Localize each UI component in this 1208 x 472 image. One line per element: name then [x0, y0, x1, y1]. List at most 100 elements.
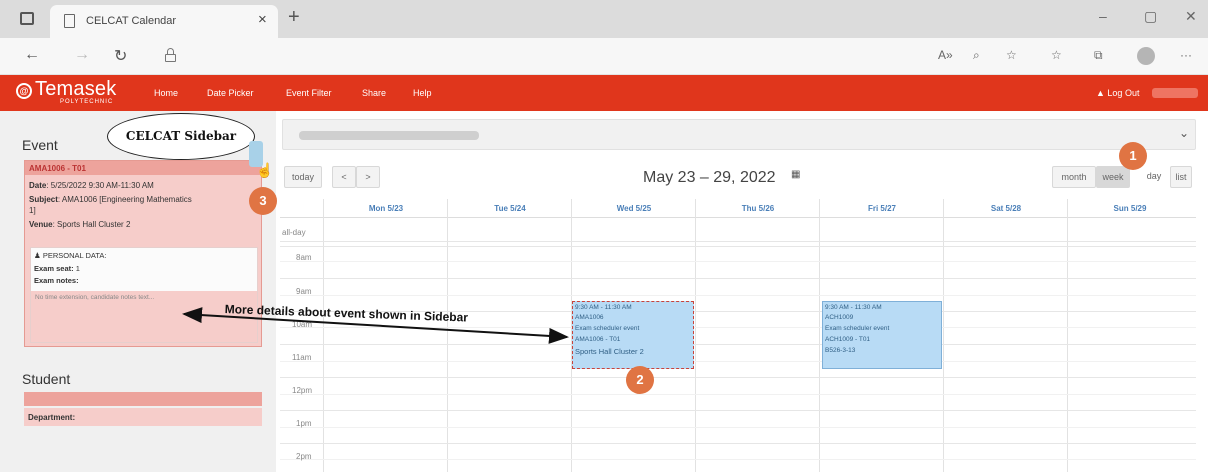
- grid-hline: [280, 394, 1196, 395]
- zoom-icon[interactable]: ⌕: [973, 48, 980, 63]
- nav-help[interactable]: Help: [413, 88, 432, 98]
- time-label-9am: 9am: [296, 287, 312, 296]
- grid-hline: [280, 410, 1196, 411]
- view-list-button[interactable]: list: [1170, 166, 1192, 188]
- event-group: AMA1006 - T01: [575, 336, 621, 343]
- celcat-sidebar: Event AMA1006 - T01 Date: 5/25/2022 9:30…: [0, 111, 276, 472]
- browser-tab[interactable]: CELCAT Calendar ×: [50, 5, 278, 38]
- time-label-12pm: 12pm: [292, 386, 313, 395]
- grid-hline: [280, 278, 1196, 279]
- day-header-thu[interactable]: Thu 5/26: [696, 204, 820, 213]
- step-badge-1: 1: [1119, 142, 1147, 170]
- tab-title: CELCAT Calendar: [86, 15, 177, 27]
- grid-vline: [819, 199, 820, 472]
- event-type: Exam scheduler event: [825, 325, 890, 332]
- event-date: Date: 5/25/2022 9:30 AM-11:30 AM: [29, 181, 154, 190]
- calendar-owner-redacted: [299, 131, 479, 140]
- view-week-button[interactable]: week: [1096, 166, 1130, 188]
- back-arrow-icon[interactable]: ←: [24, 46, 40, 64]
- hand-cursor-icon: ☝: [256, 162, 274, 178]
- nav-home[interactable]: Home: [154, 88, 178, 98]
- chevron-down-icon[interactable]: ⌄: [1179, 126, 1189, 140]
- event-venue: B526-3-13: [825, 347, 856, 354]
- event-time: 9:30 AM - 11:30 AM: [825, 304, 882, 311]
- event-code: ACH1009: [825, 314, 854, 321]
- calendar-selector-bar[interactable]: ⌄: [282, 119, 1196, 150]
- today-button[interactable]: today: [284, 166, 322, 188]
- close-window-button[interactable]: ✕: [1185, 8, 1197, 25]
- view-month-button[interactable]: month: [1052, 166, 1096, 188]
- grid-hline: [280, 427, 1196, 428]
- day-header-sun[interactable]: Sun 5/29: [1068, 204, 1192, 213]
- nav-share[interactable]: Share: [362, 88, 386, 98]
- grid-vline: [323, 199, 324, 472]
- grid-vline: [447, 199, 448, 472]
- read-aloud-icon[interactable]: A»: [938, 48, 953, 62]
- event-venue: Venue: Sports Hall Cluster 2: [29, 220, 131, 229]
- tab-close-button[interactable]: ×: [258, 11, 267, 28]
- more-menu-icon[interactable]: ···: [1180, 48, 1192, 62]
- time-label-2pm: 2pm: [296, 452, 312, 461]
- add-favorite-icon[interactable]: ☆: [1006, 48, 1017, 62]
- grid-hline: [280, 459, 1196, 460]
- favorites-icon[interactable]: ☆: [1051, 48, 1062, 62]
- prev-week-button[interactable]: <: [332, 166, 356, 188]
- calendar-icon[interactable]: ▦: [791, 169, 800, 180]
- nav-date-picker[interactable]: Date Picker: [207, 88, 254, 98]
- event-group: ACH1009 - T01: [825, 336, 871, 343]
- logo-text[interactable]: Temasek: [35, 78, 116, 101]
- time-label-11am: 11am: [292, 353, 312, 362]
- logout-link[interactable]: ▲ Log Out: [1096, 88, 1139, 98]
- event-venue: Sports Hall Cluster 2: [575, 347, 644, 356]
- exam-seat: Exam seat: 1: [34, 264, 80, 273]
- time-label-1pm: 1pm: [296, 419, 312, 428]
- grid-hline: [280, 327, 1196, 328]
- lock-icon[interactable]: [165, 48, 176, 63]
- app-navbar: @ Temasek POLYTECHNIC Home Date Picker E…: [0, 75, 1208, 111]
- exam-notes-area: No time extension, candidate notes text.…: [31, 291, 257, 342]
- day-header-sat[interactable]: Sat 5/28: [944, 204, 1068, 213]
- next-week-button[interactable]: >: [356, 166, 380, 188]
- collections-icon[interactable]: ⧉: [1094, 48, 1103, 63]
- event-details-panel: AMA1006 - T01 Date: 5/25/2022 9:30 AM-11…: [24, 160, 262, 347]
- grid-hline: [280, 361, 1196, 362]
- forward-arrow-icon[interactable]: →: [74, 46, 90, 64]
- day-header-tue[interactable]: Tue 5/24: [448, 204, 572, 213]
- view-day-button[interactable]: day: [1142, 166, 1166, 188]
- grid-hline: [280, 377, 1196, 378]
- time-label-8am: 8am: [296, 253, 312, 262]
- calendar-event-selected[interactable]: 9:30 AM - 11:30 AM AMA1006 Exam schedule…: [572, 301, 694, 369]
- restore-button[interactable]: ▢: [1144, 8, 1157, 25]
- user-name-redacted: [1152, 88, 1198, 98]
- calendar-event[interactable]: 9:30 AM - 11:30 AM ACH1009 Exam schedule…: [822, 301, 942, 369]
- profile-avatar[interactable]: [1137, 47, 1155, 65]
- event-heading: Event: [22, 137, 58, 153]
- minimize-button[interactable]: –: [1099, 8, 1107, 24]
- calendar-title: May 23 – 29, 2022: [643, 169, 776, 186]
- calendar-main: ⌄ today < > May 23 – 29, 2022 ▦ month we…: [276, 111, 1208, 472]
- time-label-10am: 10am: [292, 320, 313, 329]
- temasek-logo-icon: @: [16, 83, 32, 99]
- refresh-icon[interactable]: ↻: [114, 46, 127, 66]
- day-header-fri[interactable]: Fri 5/27: [820, 204, 944, 213]
- grid-vline: [695, 199, 696, 472]
- day-header-wed[interactable]: Wed 5/25: [572, 204, 696, 213]
- day-header-mon[interactable]: Mon 5/23: [324, 204, 448, 213]
- celcat-sidebar-callout: CELCAT Sidebar: [107, 113, 255, 160]
- event-type: Exam scheduler event: [575, 325, 640, 332]
- step-badge-3: 3: [249, 187, 277, 215]
- nav-event-filter[interactable]: Event Filter: [286, 88, 332, 98]
- window-menu-icon[interactable]: [20, 12, 34, 25]
- student-name-redacted: [24, 392, 262, 406]
- grid-hline: [280, 241, 1196, 242]
- personal-data-box: ♟ PERSONAL DATA: Exam seat: 1 Exam notes…: [30, 247, 258, 343]
- event-time: 9:30 AM - 11:30 AM: [575, 304, 632, 311]
- department-row: Department:: [24, 408, 262, 426]
- exam-notes-text: No time extension, candidate notes text.…: [35, 294, 155, 301]
- grid-hline: [280, 443, 1196, 444]
- grid-hline: [280, 246, 1196, 247]
- page-icon: [64, 14, 75, 28]
- logout-label: Log Out: [1107, 88, 1140, 98]
- grid-hline: [280, 344, 1196, 345]
- new-tab-button[interactable]: +: [288, 6, 300, 29]
